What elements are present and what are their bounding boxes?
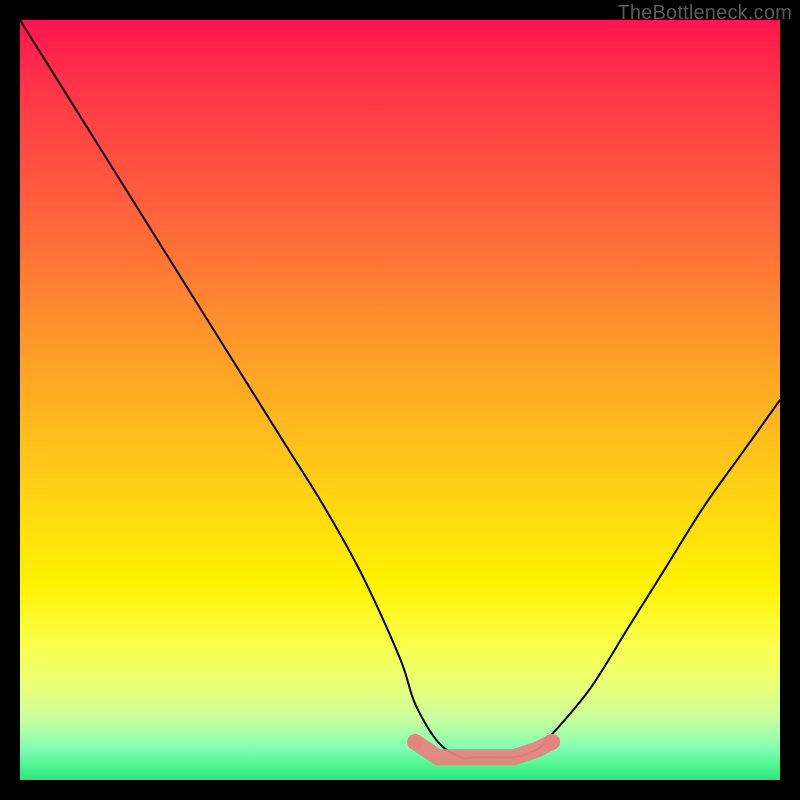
curve-svg <box>20 20 780 780</box>
plot-area <box>20 20 780 780</box>
bottleneck-marker-band <box>407 734 560 757</box>
bottleneck-curve <box>20 20 780 758</box>
chart-frame: TheBottleneck.com <box>0 0 800 800</box>
